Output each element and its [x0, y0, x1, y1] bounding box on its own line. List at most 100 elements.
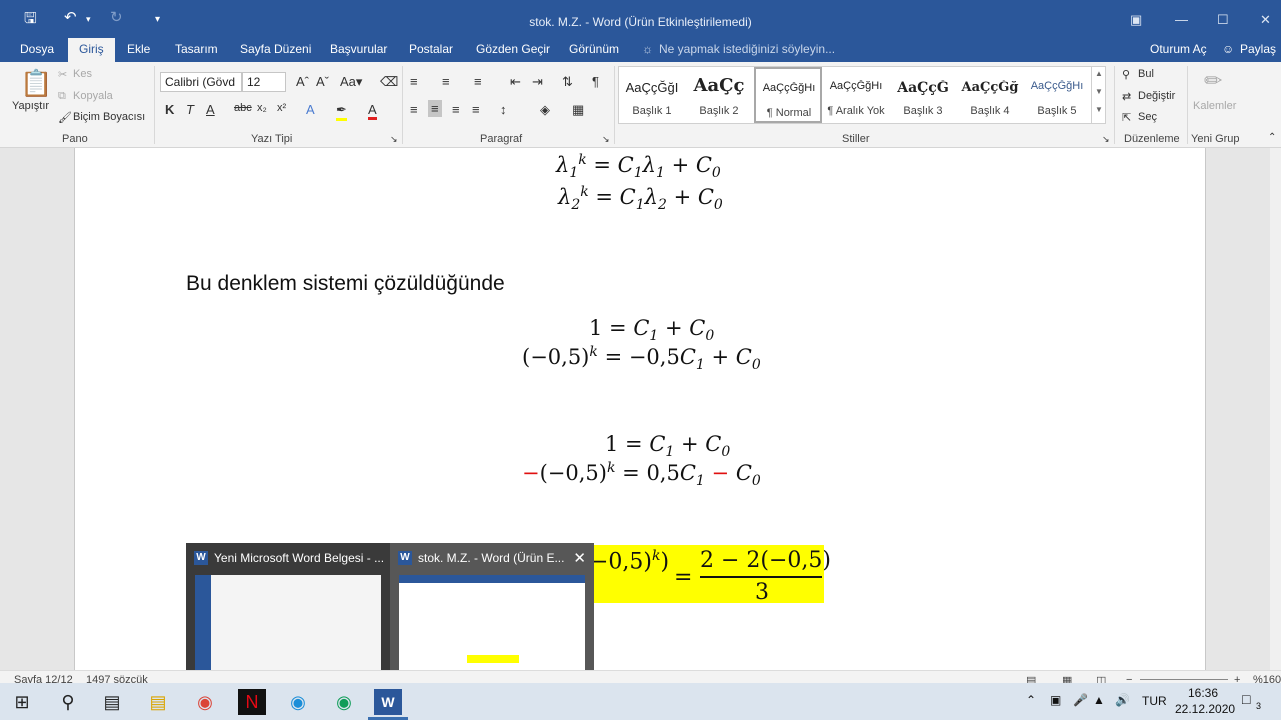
styles-dialog-launcher-icon[interactable]: ↘	[1102, 134, 1110, 145]
find-button[interactable]: Bul	[1138, 68, 1154, 80]
tab-gorunum[interactable]: Görünüm	[569, 42, 619, 56]
chevron-up-icon[interactable]: ⌃	[1026, 693, 1036, 707]
line-spacing-icon[interactable]: ↕	[500, 102, 507, 117]
volume-icon[interactable]: 🔊	[1115, 693, 1130, 707]
search-icon[interactable]: ⚲	[54, 689, 82, 715]
font-dialog-launcher-icon[interactable]: ↘	[390, 134, 398, 145]
cut-button[interactable]: Kes	[73, 68, 92, 80]
meet-now-icon[interactable]: ▣	[1050, 693, 1061, 707]
style-heading-1[interactable]: AaÇçĞğI Başlık 1	[619, 67, 685, 123]
style-heading-5[interactable]: AaÇçĞğHı Başlık 5	[1024, 67, 1090, 123]
italic-icon[interactable]: T	[186, 102, 194, 117]
style-heading-2[interactable]: AaÇç Başlık 2	[686, 67, 752, 123]
word-taskbar-icon[interactable]: W	[374, 689, 402, 715]
zoom-slider[interactable]	[1140, 679, 1228, 680]
minimize-icon[interactable]: —	[1175, 12, 1188, 27]
justify-icon[interactable]: ≡	[472, 102, 480, 117]
more-styles-icon[interactable]: ▼	[1095, 105, 1103, 114]
equals-sign: =	[674, 565, 693, 590]
ribbon: 📋 Yapıştır ✂ Kes ⧉ Kopyala 🖌 Biçim Boyac…	[0, 62, 1281, 148]
style-normal[interactable]: AaÇçĞğHı ¶ Normal	[754, 67, 822, 123]
maximize-icon[interactable]: ☐	[1217, 12, 1229, 28]
task-view-icon[interactable]: ▤	[98, 689, 126, 715]
tab-dosya[interactable]: Dosya	[20, 42, 54, 56]
microphone-icon[interactable]: 🎤	[1073, 693, 1088, 707]
numbering-icon[interactable]: ≡	[442, 74, 450, 89]
thumbnail-window-2[interactable]: W stok. M.Z. - Word (Ürün E... ✕	[390, 543, 594, 683]
sort-icon[interactable]: ⇅	[562, 74, 573, 90]
style-preview: AaÇçĞğI	[625, 80, 679, 95]
align-right-icon[interactable]: ≡	[452, 102, 460, 117]
subscript-icon[interactable]: x₂	[257, 102, 267, 114]
file-explorer-icon[interactable]: ▤	[144, 689, 172, 715]
styles-scroll[interactable]: ▲ ▼ ▼	[1091, 67, 1105, 123]
bullets-icon[interactable]: ≡	[410, 74, 418, 89]
tab-gozden-gecir[interactable]: Gözden Geçir	[476, 42, 550, 56]
thumbnail-window-1[interactable]: W Yeni Microsoft Word Belgesi - ...	[186, 543, 390, 683]
borders-icon[interactable]: ▦	[572, 102, 584, 118]
collapse-ribbon-icon[interactable]: ⌃	[1268, 132, 1276, 143]
taskbar-thumbnail-popup: W Yeni Microsoft Word Belgesi - ... W st…	[186, 543, 594, 683]
vertical-scrollbar[interactable]	[1270, 148, 1281, 670]
tab-ekle[interactable]: Ekle	[127, 42, 150, 56]
pens-icon[interactable]: ✏	[1204, 68, 1222, 94]
tell-me-box[interactable]: Ne yapmak istediğinizi söyleyin...	[659, 42, 835, 56]
clear-formatting-icon[interactable]: ⌫	[380, 74, 398, 90]
clock-date[interactable]: 22.12.2020	[1175, 702, 1235, 716]
increase-indent-icon[interactable]: ⇥	[532, 74, 543, 90]
style-no-spacing[interactable]: AaÇçĞğHı ¶ Aralık Yok	[823, 67, 889, 123]
pens-button[interactable]: Kalemler	[1193, 100, 1236, 112]
style-preview: AaÇçĞğHı	[829, 80, 883, 92]
close-icon[interactable]: ✕	[1260, 12, 1271, 28]
text-effects-icon[interactable]: A	[306, 102, 315, 117]
copy-button[interactable]: Kopyala	[73, 90, 113, 102]
paste-button[interactable]: Yapıştır	[12, 100, 49, 112]
strikethrough-icon[interactable]: abc	[234, 102, 252, 114]
replace-button[interactable]: Değiştir	[1138, 90, 1175, 102]
chevron-down-icon[interactable]: ▼	[1095, 87, 1103, 96]
chevron-up-icon[interactable]: ▲	[1095, 69, 1103, 78]
decrease-indent-icon[interactable]: ⇤	[510, 74, 521, 90]
tab-giris[interactable]: Giriş	[68, 38, 115, 62]
paste-icon[interactable]: 📋	[20, 68, 52, 99]
netflix-icon[interactable]: N	[238, 689, 266, 715]
paragraph-dialog-launcher-icon[interactable]: ↘	[602, 134, 610, 145]
shading-icon[interactable]: ◈	[540, 102, 550, 118]
font-name-combo[interactable]: Calibri (Gövd	[160, 72, 242, 92]
select-button[interactable]: Seç	[1138, 111, 1157, 123]
align-center-icon[interactable]: ≡	[428, 100, 442, 117]
format-painter-button[interactable]: Biçim Boyacısı	[73, 111, 145, 123]
superscript-icon[interactable]: x²	[277, 102, 286, 114]
style-heading-4[interactable]: AaÇçĞğ Başlık 4	[957, 67, 1023, 123]
close-icon[interactable]: ✕	[573, 549, 586, 567]
tab-postalar[interactable]: Postalar	[409, 42, 453, 56]
chrome-profile-icon[interactable]: ◉	[330, 689, 358, 715]
style-heading-3[interactable]: AaÇçĞ Başlık 3	[890, 67, 956, 123]
tab-basvurular[interactable]: Başvurular	[330, 42, 387, 56]
change-case-icon[interactable]: Aa▾	[340, 74, 362, 90]
windows-start-icon[interactable]: ⊞	[8, 689, 36, 715]
edge-icon[interactable]: ◉	[284, 689, 312, 715]
network-icon[interactable]: ▲	[1093, 693, 1105, 707]
font-color-icon[interactable]: A	[368, 102, 377, 120]
notification-icon[interactable]: □	[1242, 691, 1250, 707]
show-marks-icon[interactable]: ¶	[592, 74, 599, 89]
clock-time[interactable]: 16:36	[1188, 686, 1218, 700]
bold-icon[interactable]: K	[165, 102, 174, 117]
chrome-icon[interactable]: ◉	[191, 689, 219, 715]
tab-tasarim[interactable]: Tasarım	[175, 42, 218, 56]
style-name: ¶ Aralık Yok	[827, 105, 885, 117]
input-language[interactable]: TUR	[1142, 694, 1167, 708]
font-size-combo[interactable]: 12	[242, 72, 286, 92]
share-button[interactable]: Paylaş	[1240, 42, 1276, 56]
align-left-icon[interactable]: ≡	[410, 102, 418, 117]
sign-in-link[interactable]: Oturum Aç	[1150, 42, 1207, 56]
ribbon-options-icon[interactable]: ▣	[1130, 12, 1142, 28]
highlight-icon[interactable]: ✒	[336, 102, 347, 121]
grow-font-icon[interactable]: Aˆ	[296, 74, 309, 89]
thumbnail-title: stok. M.Z. - Word (Ürün E...	[418, 551, 565, 565]
tab-sayfa-duzeni[interactable]: Sayfa Düzeni	[240, 42, 311, 56]
multilevel-list-icon[interactable]: ≡	[474, 74, 482, 89]
shrink-font-icon[interactable]: Aˇ	[316, 74, 329, 89]
underline-icon[interactable]: A	[206, 102, 215, 117]
